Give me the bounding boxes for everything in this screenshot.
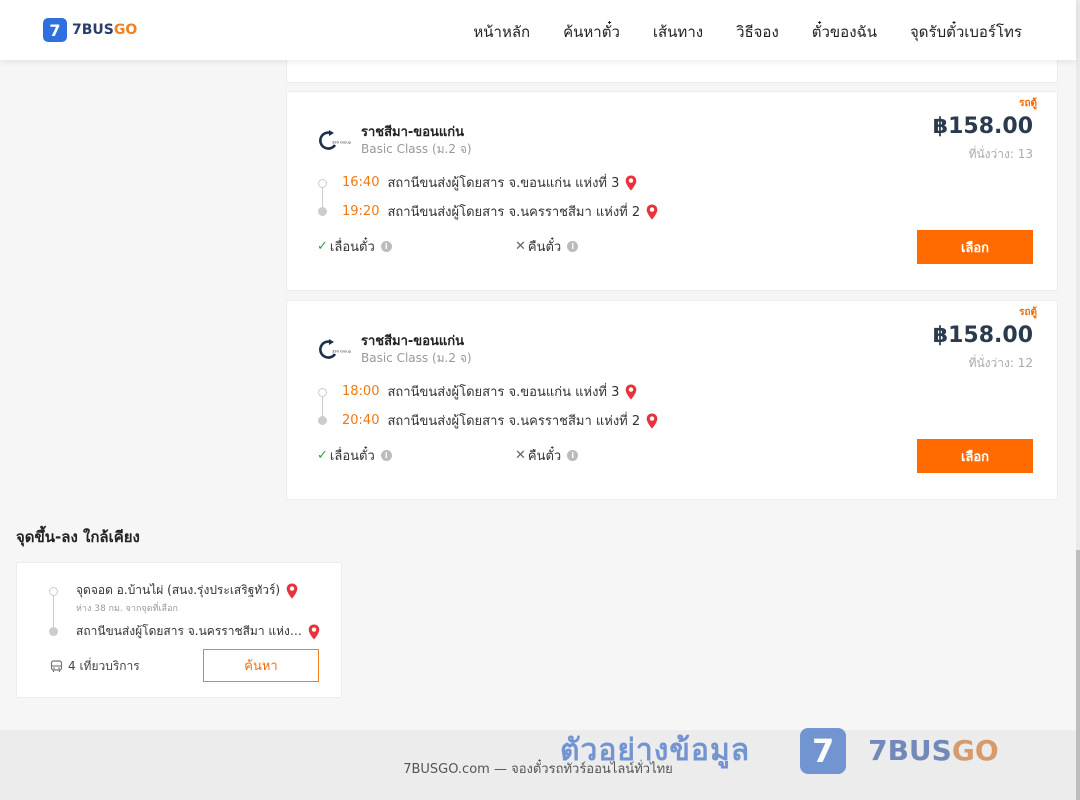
select-trip-button[interactable]: เลือก <box>917 439 1033 473</box>
svg-text:390 Group: 390 Group <box>332 141 352 145</box>
departure-stop: 16:40 สถานีขนส่งผู้โดยสาร จ.ขอนแก่น แห่ง… <box>342 172 637 193</box>
operator-logo-icon: 390 Group <box>319 130 352 150</box>
feature-refund: ✕ คืนตั๋ว i <box>515 445 579 466</box>
site-logo[interactable]: 7 7BUSGO <box>43 18 137 42</box>
info-icon[interactable]: i <box>380 450 392 461</box>
logo-mark: 7 <box>43 18 67 42</box>
departure-stop-name: สถานีขนส่งผู้โดยสาร จ.ขอนแก่น แห่งที่ 3 <box>387 176 620 191</box>
nearby-stops-title: จุดขึ้น-ลง ใกล้เคียง <box>16 528 140 546</box>
departure-time: 16:40 <box>342 175 380 190</box>
map-pin-icon[interactable] <box>646 204 658 220</box>
check-icon: ✓ <box>317 448 328 463</box>
nearby-search-button[interactable]: ค้นหา <box>203 649 319 682</box>
departure-dot <box>318 179 327 188</box>
ticket-price: ฿158.00 <box>932 323 1033 348</box>
ticket-price: ฿158.00 <box>932 114 1033 139</box>
info-icon[interactable]: i <box>567 450 579 461</box>
departure-time: 18:00 <box>342 384 380 399</box>
nav-search-ticket[interactable]: ค้นหาตั๋ว <box>563 20 620 44</box>
seats-available: ที่นั่งว่าง: 13 <box>968 147 1033 161</box>
nearby-stop-card: จุดจอด อ.บ้านไผ่ (สนง.รุ่งประเสริฐทัวร์)… <box>16 562 342 698</box>
map-pin-icon[interactable] <box>286 583 298 599</box>
trip-card: รถตู้ 390 Group ราชสีมา-ขอนแก่น Basic Cl… <box>286 300 1058 500</box>
trip-card: รถตู้ 390 Group ราชสีมา-ขอนแก่น Basic Cl… <box>286 91 1058 291</box>
svg-text:390 Group: 390 Group <box>332 350 352 354</box>
map-pin-icon[interactable] <box>625 384 637 400</box>
feature-reschedule: ✓ เลื่อนตั๋ว i <box>317 445 392 466</box>
map-pin-icon[interactable] <box>308 624 320 640</box>
nav-routes[interactable]: เส้นทาง <box>653 20 703 44</box>
map-pin-icon[interactable] <box>625 175 637 191</box>
arrival-dot <box>49 627 58 636</box>
seats-available: ที่นั่งว่าง: 12 <box>968 356 1033 370</box>
logo-text: 7BUSGO <box>72 22 138 38</box>
nearby-distance: ห่าง 38 กม. จากจุดที่เลือก <box>76 604 178 614</box>
arrival-stop-name: สถานีขนส่งผู้โดยสาร จ.นครราชสีมา แห่งที่… <box>387 205 641 220</box>
scrollbar-thumb[interactable] <box>1076 550 1080 800</box>
feature-refund: ✕ คืนตั๋ว i <box>515 236 579 257</box>
info-icon[interactable]: i <box>567 241 579 252</box>
nav-home[interactable]: หน้าหลัก <box>473 20 530 44</box>
map-pin-icon[interactable] <box>646 413 658 429</box>
departure-dot <box>318 388 327 397</box>
footer-text: 7BUSGO.com — จองตั๋วรถทัวร์ออนไลน์ทั่วไท… <box>403 762 673 777</box>
arrival-dot <box>318 207 327 216</box>
main-nav: หน้าหลัก ค้นหาตั๋ว เส้นทาง วิธีจอง ตั๋วข… <box>473 20 1022 44</box>
arrival-stop: 20:40 สถานีขนส่งผู้โดยสาร จ.นครราชสีมา แ… <box>342 410 658 431</box>
bus-class: Basic Class (ม.2 จ) <box>361 351 472 365</box>
site-header: 7 7BUSGO หน้าหลัก ค้นหาตั๋ว เส้นทาง วิธี… <box>0 0 1076 60</box>
check-icon: ✓ <box>317 239 328 254</box>
arrival-stop: 19:20 สถานีขนส่งผู้โดยสาร จ.นครราชสีมา แ… <box>342 201 658 222</box>
cross-icon: ✕ <box>515 448 526 463</box>
bus-icon <box>50 660 63 672</box>
arrival-dot <box>318 416 327 425</box>
select-trip-button[interactable]: เลือก <box>917 230 1033 264</box>
departure-dot <box>49 587 58 596</box>
operator-logo-icon: 390 Group <box>319 339 352 359</box>
trip-count: 4 เที่ยวบริการ <box>50 657 140 676</box>
arrival-time: 20:40 <box>342 413 380 428</box>
nav-ticket-pickup[interactable]: จุดรับตั๋วเบอร์โทร <box>910 20 1022 44</box>
nearby-departure-stop: จุดจอด อ.บ้านไผ่ (สนง.รุ่งประเสริฐทัวร์) <box>76 581 298 600</box>
cross-icon: ✕ <box>515 239 526 254</box>
feature-reschedule: ✓ เลื่อนตั๋ว i <box>317 236 392 257</box>
timeline-line <box>53 596 54 628</box>
info-icon[interactable]: i <box>380 241 392 252</box>
nav-how-to-book[interactable]: วิธีจอง <box>736 20 779 44</box>
bus-class: Basic Class (ม.2 จ) <box>361 142 472 156</box>
nav-my-tickets[interactable]: ตั๋วของฉัน <box>812 20 877 44</box>
page-scrollbar[interactable] <box>1076 0 1080 800</box>
nearby-arrival-stop: สถานีขนส่งผู้โดยสาร จ.นครราชสีมา แห่งที่… <box>76 622 320 641</box>
departure-stop: 18:00 สถานีขนส่งผู้โดยสาร จ.ขอนแก่น แห่ง… <box>342 381 637 402</box>
route-name: ราชสีมา-ขอนแก่น <box>361 334 465 349</box>
vehicle-type-badge: รถตู้ <box>1019 98 1037 109</box>
departure-stop-name: สถานีขนส่งผู้โดยสาร จ.ขอนแก่น แห่งที่ 3 <box>387 385 620 400</box>
site-footer: 7BUSGO.com — จองตั๋วรถทัวร์ออนไลน์ทั่วไท… <box>0 730 1076 800</box>
route-name: ราชสีมา-ขอนแก่น <box>361 125 465 140</box>
vehicle-type-badge: รถตู้ <box>1019 307 1037 318</box>
arrival-stop-name: สถานีขนส่งผู้โดยสาร จ.นครราชสีมา แห่งที่… <box>387 414 641 429</box>
arrival-time: 19:20 <box>342 204 380 219</box>
